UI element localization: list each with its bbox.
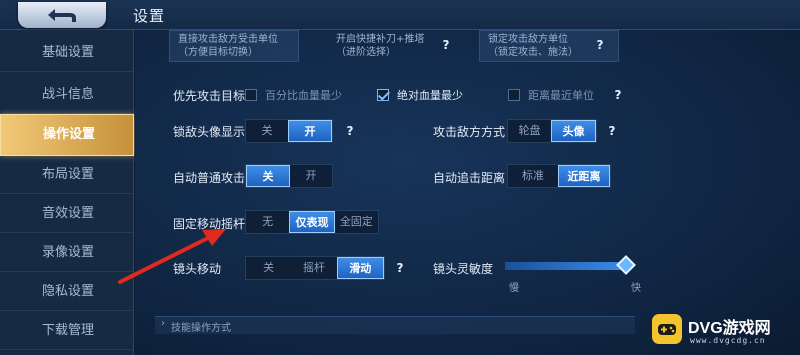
annotation-arrow xyxy=(118,229,226,284)
watermark-url: www.dvgcdg.cn xyxy=(690,336,766,345)
watermark: DVG游戏网 www.dvgcdg.cn xyxy=(648,306,798,354)
gamepad-logo-icon xyxy=(652,314,682,344)
watermark-brand: DVG游戏网 xyxy=(688,320,771,337)
